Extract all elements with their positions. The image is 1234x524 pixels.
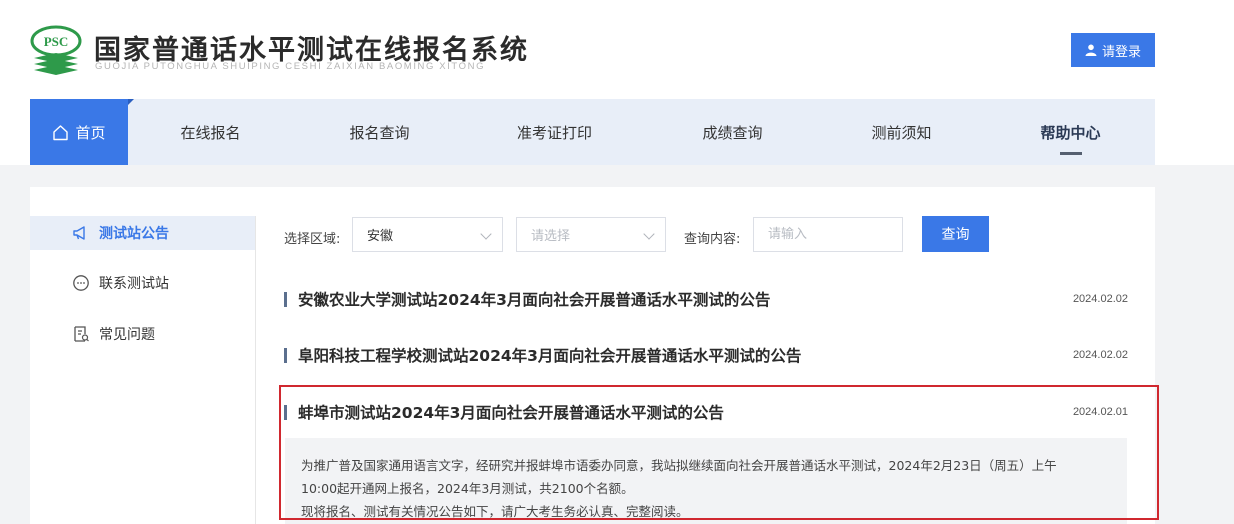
nav-label: 在线报名 [180,123,241,142]
selection-highlight-box [279,385,1159,520]
title-bar-marker [284,348,287,363]
megaphone-icon [72,224,90,242]
notice-title[interactable]: 安徽农业大学测试站2024年3月面向社会开展普通话水平测试的公告 [298,288,770,310]
notice-item[interactable]: 阜阳科技工程学校测试站2024年3月面向社会开展普通话水平测试的公告 2024.… [283,344,1128,368]
login-label: 请登录 [1101,44,1141,60]
nav-label: 报名查询 [349,123,410,142]
document-question-icon [72,325,90,343]
sidebar-item-announcements[interactable]: 测试站公告 [30,216,255,250]
province-value: 安徽 [367,229,394,244]
sidebar-divider [255,216,256,524]
notice-item[interactable]: 安徽农业大学测试站2024年3月面向社会开展普通话水平测试的公告 2024.02… [283,288,1128,312]
psc-logo-icon: PSC [30,25,82,75]
active-underline [1059,152,1082,155]
home-icon [53,124,69,140]
city-select[interactable]: 请选择 [516,217,666,252]
chevron-down-icon [480,228,492,240]
title-bar-marker [284,292,287,307]
sidebar-item-label: 常见问题 [99,327,155,343]
nav-score-query[interactable]: 成绩查询 [670,99,795,165]
site-subtitle: GUOJIA PUTONGHUA SHUIPING CESHI ZAIXIAN … [95,61,486,72]
sidebar-item-label: 测试站公告 [99,226,169,242]
nav-home[interactable]: 首页 [30,99,134,165]
search-input[interactable] [753,217,903,252]
notice-date: 2024.02.02 [1072,293,1128,305]
nav-registration-query[interactable]: 报名查询 [317,99,442,165]
user-icon [1085,44,1097,56]
query-button[interactable]: 查询 [922,216,989,252]
nav-label: 帮助中心 [1040,123,1101,142]
nav-pre-test-notice[interactable]: 测前须知 [839,99,964,165]
sidebar-item-contact[interactable]: 联系测试站 [30,266,255,300]
region-label: 选择区域: [284,232,341,247]
city-placeholder: 请选择 [531,229,571,244]
chevron-down-icon [643,228,655,240]
nav-label: 成绩查询 [702,123,763,142]
nav-label: 测前须知 [871,123,932,142]
search-label: 查询内容: [684,232,741,247]
login-button[interactable]: 请登录 [1071,33,1155,67]
nav-help-center[interactable]: 帮助中心 [1008,99,1133,165]
province-select[interactable]: 安徽 [352,217,503,252]
notice-date: 2024.02.02 [1072,349,1128,361]
notice-title[interactable]: 阜阳科技工程学校测试站2024年3月面向社会开展普通话水平测试的公告 [298,344,801,366]
chat-bubble-icon [72,274,90,292]
nav-online-registration[interactable]: 在线报名 [148,99,273,165]
nav-admission-ticket-print[interactable]: 准考证打印 [492,99,617,165]
sidebar-item-faq[interactable]: 常见问题 [30,317,255,351]
nav-home-label: 首页 [75,123,106,142]
logo-text: PSC [44,34,69,49]
sidebar-item-label: 联系测试站 [99,276,169,292]
nav-label: 准考证打印 [516,123,592,142]
main-nav: 首页 在线报名 报名查询 准考证打印 成绩查询 测前须知 帮助中心 [30,99,1155,165]
